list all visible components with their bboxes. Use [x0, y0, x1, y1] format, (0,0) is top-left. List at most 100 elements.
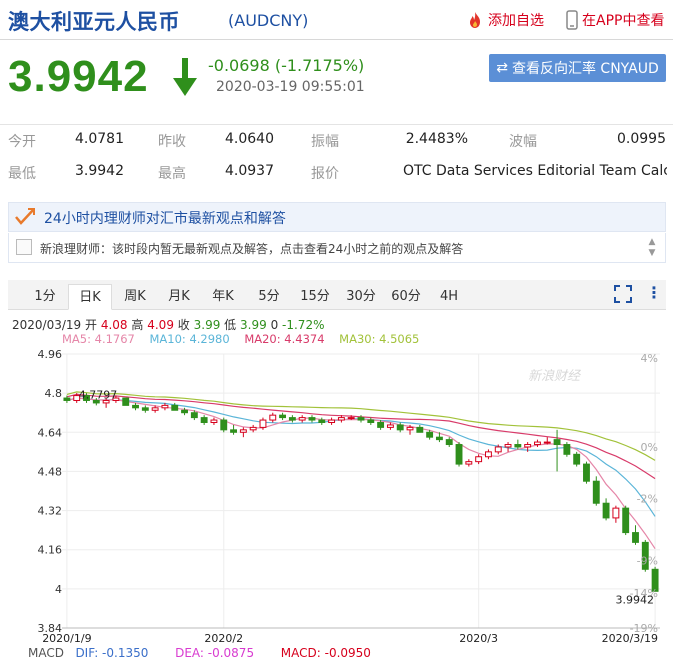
more-options-icon[interactable]: ⋮: [646, 284, 662, 304]
stat-value: 4.0640: [225, 131, 274, 147]
x-tick-label: 2020/2: [204, 632, 243, 645]
candle-body: [132, 404, 139, 409]
volume-value: 0: [270, 318, 279, 332]
candle-body: [288, 417, 296, 421]
macd-dif: DIF: -0.1350: [75, 646, 149, 660]
analyst-title[interactable]: 24小时内理财师对汇市最新观点和解答: [44, 208, 286, 228]
candle-body: [318, 419, 326, 424]
candle-body: [524, 444, 532, 448]
candle-body: [230, 429, 237, 433]
candle-body: [514, 444, 522, 448]
x-tick-label: 2020/1/9: [42, 632, 91, 645]
candle-body: [308, 417, 316, 421]
y-tick-label: 4.64: [38, 426, 63, 439]
pair-code: (AUDCNY): [228, 11, 309, 30]
stat-value: 2.4483%: [405, 131, 468, 147]
candle-body: [583, 463, 590, 482]
stat-value: 4.0781: [75, 131, 124, 147]
candle-body: [171, 404, 179, 411]
candle-body: [151, 407, 159, 411]
candle-body: [337, 417, 345, 421]
stat-label: 今开: [8, 134, 36, 150]
flame-icon: [470, 12, 480, 28]
stats-grid: 今开 4.0781 昨收 4.0640 振幅 2.4483% 波幅 0.0995…: [0, 124, 673, 186]
candle-body: [220, 419, 228, 431]
tab-15min[interactable]: 15分: [296, 284, 334, 310]
open-in-app-label: 在APP中查看: [582, 13, 665, 29]
stat-label: 最低: [8, 166, 36, 182]
candle-body: [328, 419, 336, 424]
candle-body: [298, 417, 306, 421]
candle-body: [347, 417, 355, 420]
y-tick-label: 4.96: [38, 348, 63, 361]
stats-row: 今开 4.0781 昨收 4.0640 振幅 2.4483% 波幅 0.0995: [0, 125, 673, 155]
open-value: 4.08: [100, 318, 128, 332]
reverse-rate-label: 查看反向汇率 CNYAUD: [511, 61, 659, 77]
current-price: 3.9942: [8, 52, 149, 101]
stat-value: 3.9942: [75, 163, 124, 179]
candle-body: [612, 507, 620, 519]
candle-body: [563, 444, 571, 455]
tab-monthly-k[interactable]: 月K: [162, 284, 196, 310]
candle-body: [200, 417, 208, 423]
tab-yearly-k[interactable]: 年K: [206, 284, 240, 310]
y-tick-label: 4.32: [38, 505, 63, 518]
candle-body: [122, 397, 130, 406]
ohlc-date: 2020/03/19: [12, 318, 82, 332]
pct-tick-label: 0%: [641, 441, 658, 454]
candle-body: [279, 414, 287, 419]
y-axis-ticks: 4.964.84.644.484.324.1643.84: [38, 348, 63, 635]
candle-body: [494, 446, 502, 453]
pct-tick-label: -2%: [637, 492, 658, 505]
open-in-app-button[interactable]: 在APP中查看: [566, 10, 664, 30]
tab-1min[interactable]: 1分: [30, 284, 60, 310]
stat-label: 最高: [158, 166, 186, 182]
pct-tick-label: -9%: [637, 555, 658, 568]
candle-body: [465, 461, 473, 465]
stat-label: 报价: [311, 166, 339, 182]
pct-change: -1.72%: [282, 318, 325, 332]
tab-weekly-k[interactable]: 周K: [118, 284, 152, 310]
candle-body: [406, 426, 414, 431]
y-tick-label: 4.48: [38, 465, 63, 478]
scroll-arrows-icon[interactable]: ▲ ▼: [646, 237, 658, 259]
tab-30min[interactable]: 30分: [342, 284, 380, 310]
macd-dea: DEA: -0.0875: [175, 646, 255, 660]
ma20-value: MA20: 4.4374: [244, 332, 325, 346]
candle-body: [534, 441, 541, 446]
tab-5min[interactable]: 5分: [252, 284, 286, 310]
candle-body: [259, 419, 267, 428]
tab-60min[interactable]: 60分: [387, 284, 425, 310]
candle-body: [210, 419, 218, 424]
start-close-label: 4.7797: [79, 388, 118, 401]
candle-body: [396, 424, 404, 431]
stat-value: 0.0995: [617, 131, 666, 147]
last-close-label: 3.9942: [616, 593, 655, 606]
candle-body: [504, 444, 512, 448]
ma-legend: MA5: 4.1767 MA10: 4.2980 MA20: 4.4374 MA…: [62, 332, 419, 346]
high-label: 高: [131, 318, 144, 332]
fullscreen-icon[interactable]: [614, 285, 632, 303]
tab-daily-k[interactable]: 日K: [68, 284, 112, 310]
low-label: 低: [224, 318, 237, 332]
candle-body: [190, 412, 198, 419]
analyst-message[interactable]: 新浪理财师：该时段内暂无最新观点及解答，点击查看24小时之前的观点及解答: [40, 240, 463, 257]
pct-tick-label: 4%: [641, 352, 658, 365]
quote-timestamp: 2020-03-19 09:55:01: [216, 79, 365, 95]
ma5-value: MA5: 4.1767: [62, 332, 135, 346]
ma30-value: MA30: 4.5065: [339, 332, 420, 346]
candle-body: [632, 532, 639, 543]
tab-4h[interactable]: 4H: [434, 284, 464, 310]
stat-label: 昨收: [158, 134, 186, 150]
stat-value: 4.0937: [225, 163, 274, 179]
x-axis-ticks: 2020/1/9 2020/2 2020/3 2020/3/19: [42, 632, 658, 645]
candle-body: [269, 414, 277, 421]
kline-chart[interactable]: 新浪财经 4.964.84.644.484.324.1643.84 4%0%-2…: [8, 346, 666, 646]
reverse-rate-button[interactable]: ⇄ 查看反向汇率 CNYAUD: [489, 54, 666, 82]
candle-body: [377, 422, 385, 428]
avatar-icon: [16, 239, 32, 255]
candle-body: [161, 404, 169, 409]
add-favorite-button[interactable]: 添加自选: [466, 10, 544, 30]
stat-label: 波幅: [509, 134, 537, 150]
candle-body: [573, 453, 581, 465]
